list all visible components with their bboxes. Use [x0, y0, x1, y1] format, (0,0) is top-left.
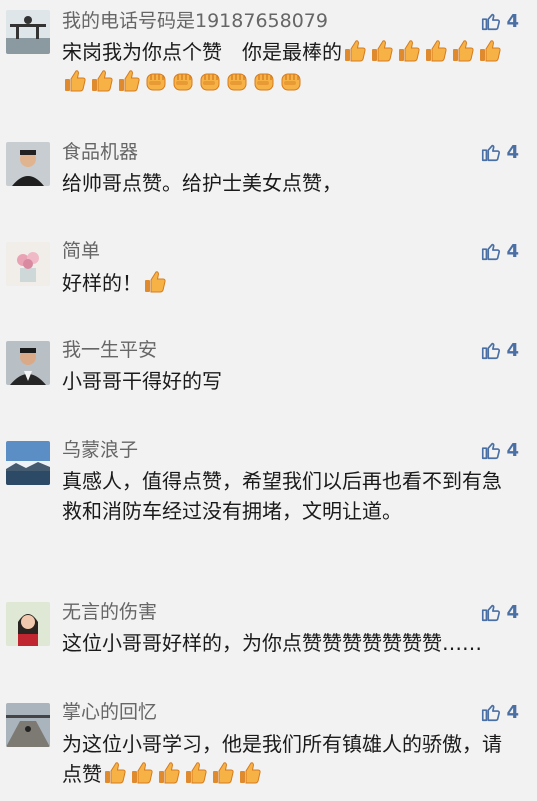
- thumbs-up-emoji-icon: [89, 68, 115, 94]
- like-count: 4: [506, 601, 519, 623]
- thumbs-up-emoji-icon: [62, 68, 88, 94]
- thumbs-up-outline-icon: [482, 243, 501, 261]
- comment-text: 宋岗我为你点个赞 你是最棒的: [62, 37, 517, 97]
- comment-text-content: 这位小哥哥好样的，为你点赞赞赞赞赞赞赞……: [62, 631, 482, 655]
- comment-text: 好样的！: [62, 268, 517, 298]
- comment-text-content: 真感人，值得点赞，希望我们以后再也看不到有急救和消防车经过没有拥堵，文明让道。: [62, 469, 502, 523]
- thumbs-up-emoji-icon: [423, 38, 449, 64]
- comment-author[interactable]: 简单: [62, 239, 100, 263]
- avatar[interactable]: [6, 242, 50, 286]
- thumbs-up-emoji-icon: [142, 269, 168, 295]
- comment-author[interactable]: 掌心的回忆: [62, 700, 157, 724]
- thumbs-up-emoji-icon: [102, 760, 128, 786]
- like-button[interactable]: 4: [480, 9, 519, 33]
- fist-emoji-icon: [251, 68, 277, 94]
- comment-author[interactable]: 食品机器: [62, 140, 138, 164]
- thumbs-up-outline-icon: [482, 144, 501, 162]
- comment-author[interactable]: 我的电话号码是19187658079: [62, 9, 328, 33]
- thumbs-up-outline-icon: [482, 342, 501, 360]
- thumbs-up-outline-icon: [482, 13, 501, 31]
- thumbs-up-emoji-icon: [116, 68, 142, 94]
- thumbs-up-emoji-icon: [342, 38, 368, 64]
- fist-emoji-icon: [197, 68, 223, 94]
- like-count: 4: [506, 439, 519, 461]
- avatar[interactable]: [6, 602, 50, 646]
- comment-text-content: 好样的！: [62, 271, 142, 295]
- comment-text: 给帅哥点赞。给护士美女点赞，: [62, 168, 517, 198]
- like-count: 4: [506, 141, 519, 163]
- avatar[interactable]: [6, 10, 50, 54]
- comment-author[interactable]: 乌蒙浪子: [62, 438, 138, 462]
- like-button[interactable]: 4: [480, 239, 519, 263]
- fist-emoji-icon: [143, 68, 169, 94]
- like-button[interactable]: 4: [480, 438, 519, 462]
- avatar[interactable]: [6, 703, 50, 747]
- comment-text: 小哥哥干得好的写: [62, 366, 517, 396]
- like-button[interactable]: 4: [480, 338, 519, 362]
- fist-emoji-icon: [170, 68, 196, 94]
- comment-text: 这位小哥哥好样的，为你点赞赞赞赞赞赞赞……: [62, 628, 517, 658]
- thumbs-up-emoji-icon: [156, 760, 182, 786]
- thumbs-up-emoji-icon: [450, 38, 476, 64]
- comment-text-content: 小哥哥干得好的写: [62, 369, 222, 393]
- avatar[interactable]: [6, 341, 50, 385]
- thumbs-up-outline-icon: [482, 604, 501, 622]
- thumbs-up-outline-icon: [482, 704, 501, 722]
- avatar[interactable]: [6, 441, 50, 485]
- fist-emoji-icon: [278, 68, 304, 94]
- like-count: 4: [506, 701, 519, 723]
- avatar[interactable]: [6, 142, 50, 186]
- like-button[interactable]: 4: [480, 140, 519, 164]
- comment-text-content: 宋岗我为你点个赞 你是最棒的: [62, 40, 342, 64]
- thumbs-up-emoji-icon: [183, 760, 209, 786]
- thumbs-up-outline-icon: [482, 442, 501, 460]
- thumbs-up-emoji-icon: [237, 760, 263, 786]
- comment-text-content: 给帅哥点赞。给护士美女点赞，: [62, 171, 342, 195]
- comment-author[interactable]: 我一生平安: [62, 338, 157, 362]
- thumbs-up-emoji-icon: [396, 38, 422, 64]
- comment-text: 真感人，值得点赞，希望我们以后再也看不到有急救和消防车经过没有拥堵，文明让道。: [62, 466, 517, 526]
- fist-emoji-icon: [224, 68, 250, 94]
- thumbs-up-emoji-icon: [369, 38, 395, 64]
- thumbs-up-emoji-icon: [210, 760, 236, 786]
- comment-author[interactable]: 无言的伤害: [62, 600, 157, 624]
- like-count: 4: [506, 240, 519, 262]
- thumbs-up-emoji-icon: [477, 38, 503, 64]
- like-button[interactable]: 4: [480, 600, 519, 624]
- comment-text: 为这位小哥学习，他是我们所有镇雄人的骄傲，请点赞: [62, 729, 517, 789]
- like-button[interactable]: 4: [480, 700, 519, 724]
- like-count: 4: [506, 10, 519, 32]
- like-count: 4: [506, 339, 519, 361]
- thumbs-up-emoji-icon: [129, 760, 155, 786]
